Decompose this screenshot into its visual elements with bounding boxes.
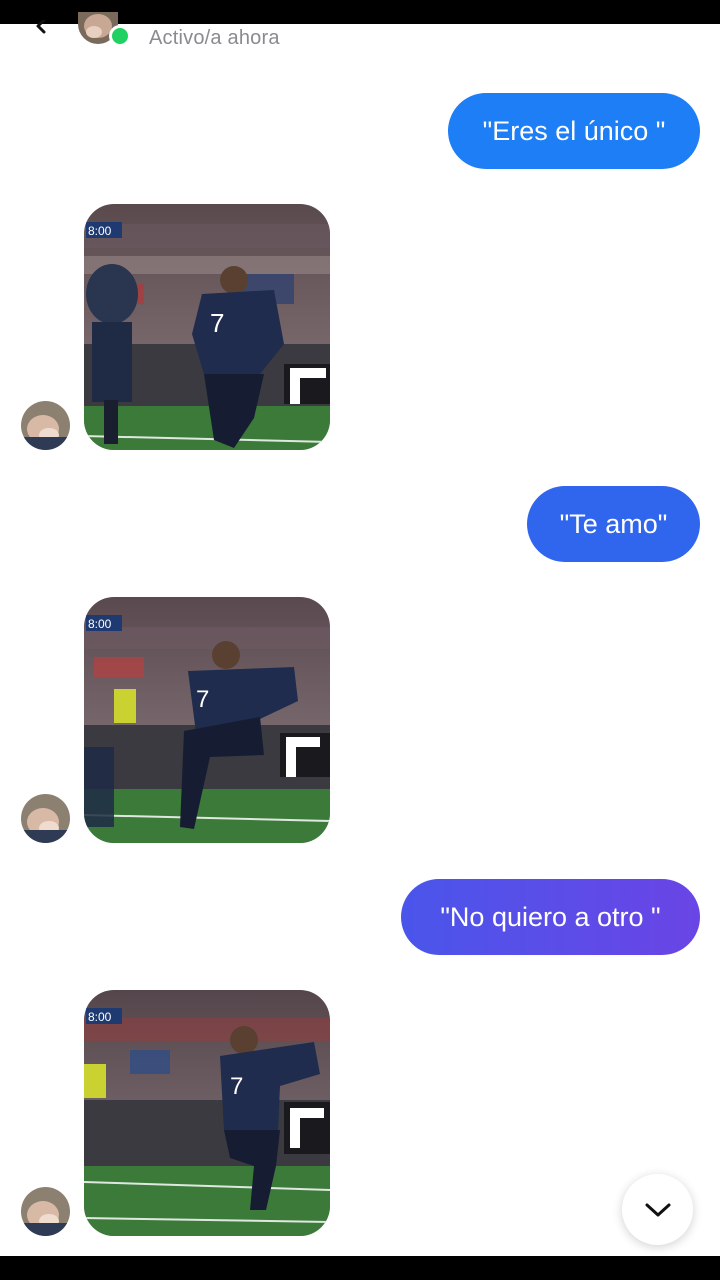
video-message[interactable]: 7 8:00 <box>84 990 330 1236</box>
chevron-left-icon <box>36 16 48 34</box>
sent-message[interactable]: "No quiero a otro " <box>401 879 700 955</box>
video-message[interactable]: 7 8:00 <box>84 204 330 450</box>
sent-message[interactable]: "Te amo" <box>527 486 700 562</box>
online-indicator <box>109 25 131 47</box>
chat-header: Activo/a ahora <box>0 12 720 60</box>
sender-avatar[interactable] <box>21 401 70 450</box>
sender-avatar[interactable] <box>21 794 70 843</box>
message-text: "Te amo" <box>559 508 668 539</box>
video-clock: 8:00 <box>88 1010 112 1024</box>
chevron-down-icon <box>645 1203 670 1216</box>
svg-text:7: 7 <box>196 686 209 713</box>
back-button[interactable] <box>28 16 56 40</box>
video-clock: 8:00 <box>88 617 112 631</box>
navigation-bar <box>0 1256 720 1280</box>
video-message[interactable]: 7 8:00 <box>84 597 330 843</box>
contact-status: Activo/a ahora <box>149 27 280 49</box>
video-clock: 8:00 <box>88 224 112 238</box>
sent-message[interactable]: "Eres el único " <box>448 93 700 169</box>
svg-text:7: 7 <box>210 308 224 338</box>
scroll-to-bottom-button[interactable] <box>622 1174 693 1245</box>
message-text: "No quiero a otro " <box>440 901 661 932</box>
sender-avatar[interactable] <box>21 1187 70 1236</box>
message-text: "Eres el único " <box>482 115 666 146</box>
svg-text:7: 7 <box>230 1073 243 1100</box>
